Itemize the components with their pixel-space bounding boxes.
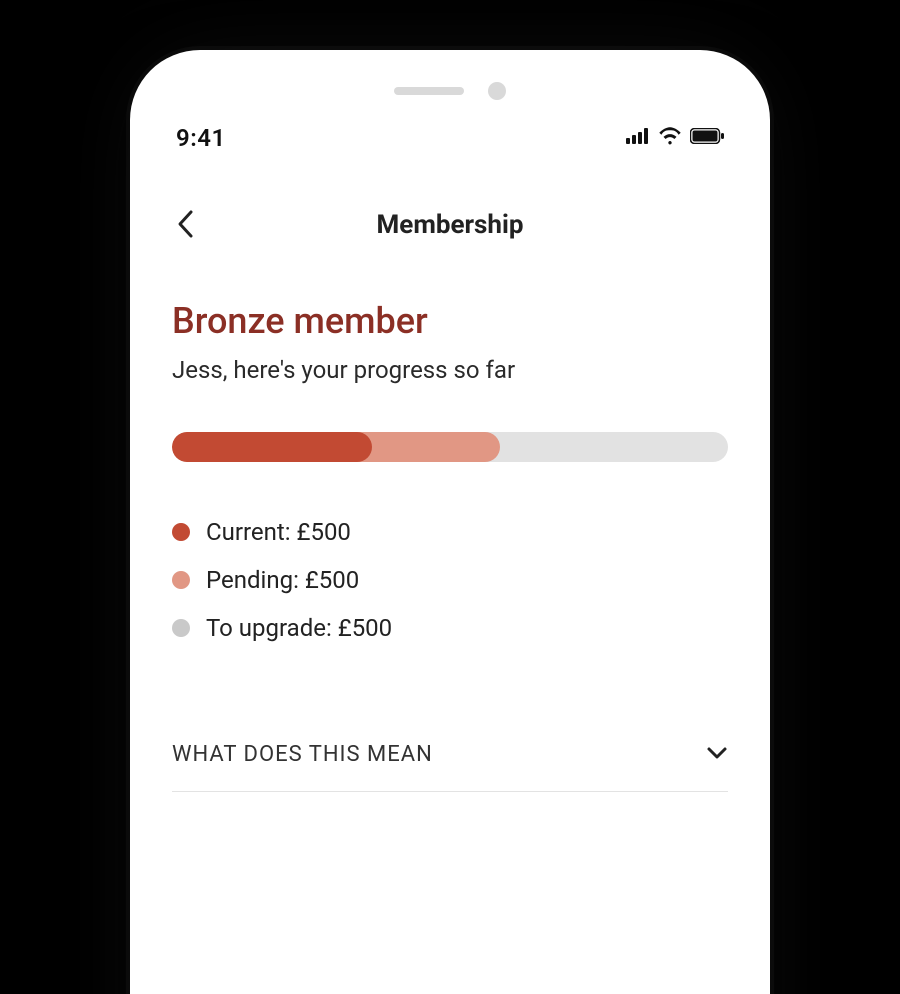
chevron-left-icon <box>176 209 196 242</box>
tier-title: Bronze member <box>172 300 728 342</box>
status-icons <box>626 127 724 149</box>
legend-row-pending: Pending: £500 <box>172 566 728 594</box>
progress-legend: Current: £500 Pending: £500 To upgrade: … <box>172 518 728 642</box>
status-bar: 9:41 <box>130 118 770 158</box>
front-camera <box>488 82 506 100</box>
status-time: 9:41 <box>176 124 226 152</box>
legend-label-current: Current: £500 <box>206 518 351 546</box>
legend-dot-pending <box>172 571 190 589</box>
legend-dot-current <box>172 523 190 541</box>
legend-row-current: Current: £500 <box>172 518 728 546</box>
speaker-slot <box>394 87 464 95</box>
back-button[interactable] <box>166 205 206 245</box>
legend-dot-upgrade <box>172 619 190 637</box>
phone-speaker-area <box>130 82 770 100</box>
stage: 9:41 <box>0 0 900 994</box>
wifi-icon <box>658 127 682 149</box>
battery-icon <box>690 128 724 148</box>
accordion-what-does-this-mean[interactable]: WHAT DOES THIS MEAN <box>172 722 728 792</box>
nav-bar: Membership <box>130 200 770 250</box>
progress-subtitle: Jess, here's your progress so far <box>172 356 728 384</box>
progress-bar <box>172 432 728 462</box>
legend-label-pending: Pending: £500 <box>206 566 359 594</box>
page-title: Membership <box>377 210 524 240</box>
accordion-label: WHAT DOES THIS MEAN <box>172 742 433 767</box>
legend-row-upgrade: To upgrade: £500 <box>172 614 728 642</box>
chevron-down-icon <box>706 745 728 764</box>
content-area: Bronze member Jess, here's your progress… <box>130 300 770 792</box>
cellular-icon <box>626 128 650 148</box>
progress-current-fill <box>172 432 372 462</box>
legend-label-upgrade: To upgrade: £500 <box>206 614 392 642</box>
phone-frame: 9:41 <box>130 50 770 994</box>
